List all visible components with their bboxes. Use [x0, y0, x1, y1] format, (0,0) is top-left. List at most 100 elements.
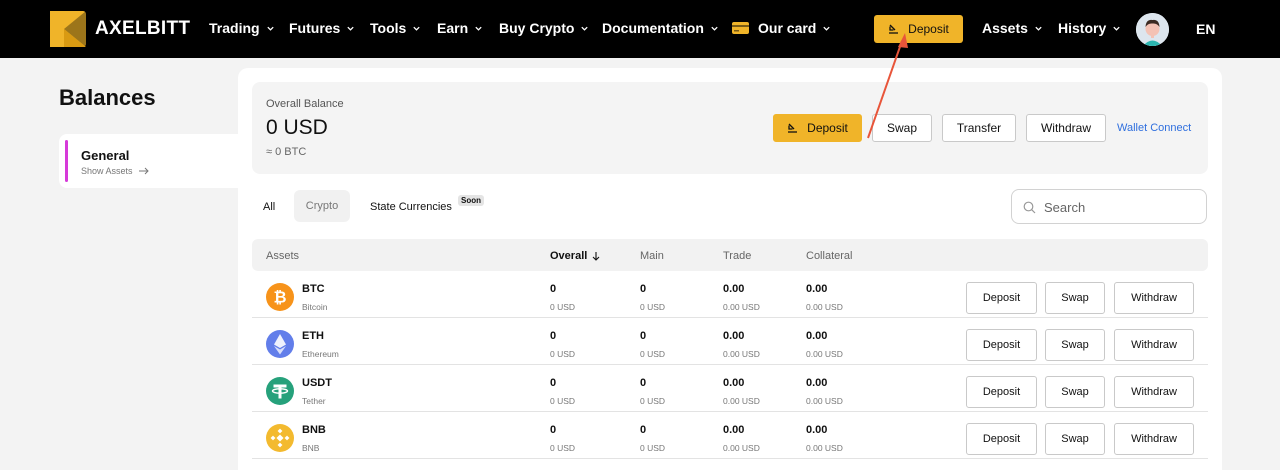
- nav-assets[interactable]: Assets: [982, 20, 1043, 36]
- nav-deposit-button[interactable]: Deposit: [874, 15, 963, 43]
- language-selector[interactable]: EN: [1196, 21, 1215, 37]
- swap-button[interactable]: Swap: [872, 114, 932, 142]
- show-assets-link[interactable]: Show Assets: [81, 166, 149, 176]
- brand-name[interactable]: AXELBITT: [95, 18, 190, 40]
- show-assets-label: Show Assets: [81, 166, 133, 176]
- nav-tools[interactable]: Tools: [370, 20, 421, 36]
- table-row: ETH Ethereum 0 0 USD 0 0 USD 0.00 0.00 U…: [252, 318, 1208, 365]
- nav-documentation-label: Documentation: [602, 20, 704, 36]
- wallet-connect-link[interactable]: Wallet Connect: [1117, 122, 1191, 134]
- download-icon: [889, 24, 899, 34]
- collateral-usd: 0.00 USD: [806, 349, 843, 359]
- trade-usd: 0.00 USD: [723, 302, 760, 312]
- row-swap-button[interactable]: Swap: [1045, 376, 1105, 408]
- axelbitt-logo[interactable]: [50, 11, 86, 47]
- nav-futures[interactable]: Futures: [289, 20, 355, 36]
- nav-buy-crypto[interactable]: Buy Crypto: [499, 20, 589, 36]
- page-title: Balances: [59, 85, 156, 110]
- trade-value: 0.00: [723, 377, 745, 389]
- overall-value: 0: [550, 330, 557, 342]
- table-row: ₿ BTC Bitcoin 0 0 USD 0 0 USD 0.00 0.00 …: [252, 271, 1208, 318]
- column-header-trade: Trade: [723, 250, 752, 262]
- row-deposit-button[interactable]: Deposit: [966, 376, 1037, 408]
- nav-earn-label: Earn: [437, 20, 469, 36]
- search-input[interactable]: [1044, 196, 1199, 218]
- asset-symbol: ETH: [302, 330, 324, 342]
- row-deposit-button[interactable]: Deposit: [966, 329, 1037, 361]
- nav-history-label: History: [1058, 20, 1107, 36]
- transfer-button[interactable]: Transfer: [942, 114, 1016, 142]
- row-withdraw-button[interactable]: Withdraw: [1114, 423, 1194, 455]
- row-swap-button[interactable]: Swap: [1045, 282, 1105, 314]
- asset-name: BNB: [302, 443, 320, 453]
- main-value: 0: [640, 424, 647, 436]
- row-withdraw-button[interactable]: Withdraw: [1114, 376, 1194, 408]
- chevron-down-icon: [413, 26, 420, 31]
- bitcoin-icon: ₿: [266, 283, 294, 311]
- overall-value: 0: [550, 377, 557, 389]
- row-withdraw-button[interactable]: Withdraw: [1114, 282, 1194, 314]
- chevron-down-icon: [1035, 26, 1042, 31]
- nav-history[interactable]: History: [1058, 20, 1121, 36]
- overall-usd: 0 USD: [550, 302, 576, 312]
- nav-earn[interactable]: Earn: [437, 20, 483, 36]
- svg-text:₿: ₿: [273, 289, 286, 307]
- row-swap-button[interactable]: Swap: [1045, 423, 1105, 455]
- row-withdraw-button[interactable]: Withdraw: [1114, 329, 1194, 361]
- avatar-image: [1136, 13, 1169, 46]
- row-swap-button[interactable]: Swap: [1045, 329, 1105, 361]
- column-header-overall[interactable]: Overall: [550, 250, 600, 262]
- main-usd: 0 USD: [640, 349, 666, 359]
- withdraw-button[interactable]: Withdraw: [1026, 114, 1106, 142]
- sidebar-item-general[interactable]: General Show Assets: [59, 134, 239, 188]
- chevron-down-icon: [711, 26, 718, 31]
- tab-crypto[interactable]: Crypto: [294, 190, 350, 222]
- asset-name: Tether: [302, 396, 326, 406]
- chevron-down-icon: [347, 26, 354, 31]
- nav-trading[interactable]: Trading: [209, 20, 275, 36]
- arrow-right-icon: [138, 167, 149, 175]
- nav-our-card-label: Our card: [758, 20, 817, 36]
- nav-assets-label: Assets: [982, 20, 1028, 36]
- tab-state-currencies[interactable]: State Currencies: [370, 201, 452, 213]
- nav-tools-label: Tools: [370, 20, 407, 36]
- collateral-value: 0.00: [806, 283, 828, 295]
- overall-balance-value: 0 USD: [266, 116, 328, 139]
- trade-usd: 0.00 USD: [723, 396, 760, 406]
- search-box[interactable]: [1011, 189, 1207, 224]
- nav-deposit-label: Deposit: [908, 22, 949, 36]
- main-usd: 0 USD: [640, 302, 666, 312]
- row-deposit-button[interactable]: Deposit: [966, 282, 1037, 314]
- nav-documentation[interactable]: Documentation: [602, 20, 719, 36]
- collateral-usd: 0.00 USD: [806, 302, 843, 312]
- overall-usd: 0 USD: [550, 443, 576, 453]
- asset-symbol: USDT: [302, 377, 332, 389]
- asset-name: Ethereum: [302, 349, 339, 359]
- ethereum-icon: [266, 330, 294, 358]
- active-marker: [65, 140, 68, 182]
- nav-our-card[interactable]: Our card: [732, 20, 831, 36]
- overall-value: 0: [550, 283, 557, 295]
- overall-usd: 0 USD: [550, 349, 576, 359]
- column-header-overall-label: Overall: [550, 250, 588, 262]
- deposit-button[interactable]: Deposit: [773, 114, 862, 142]
- chevron-down-icon: [1113, 26, 1120, 31]
- overall-value: 0: [550, 424, 557, 436]
- chevron-down-icon: [823, 26, 831, 31]
- search-icon: [1023, 201, 1036, 214]
- balances-panel: Overall Balance 0 USD ≈ 0 BTC Deposit Sw…: [238, 68, 1222, 470]
- avatar[interactable]: [1136, 13, 1169, 46]
- main-value: 0: [640, 283, 647, 295]
- chevron-down-icon: [266, 26, 274, 31]
- column-header-main: Main: [640, 250, 664, 262]
- tab-all[interactable]: All: [263, 201, 275, 213]
- trade-usd: 0.00 USD: [723, 443, 760, 453]
- asset-symbol: BTC: [302, 283, 325, 295]
- collateral-value: 0.00: [806, 377, 828, 389]
- bnb-icon: [266, 424, 294, 452]
- deposit-button-label: Deposit: [807, 121, 848, 135]
- nav-trading-label: Trading: [209, 20, 260, 36]
- nav-futures-label: Futures: [289, 20, 341, 36]
- row-deposit-button[interactable]: Deposit: [966, 423, 1037, 455]
- overall-usd: 0 USD: [550, 396, 576, 406]
